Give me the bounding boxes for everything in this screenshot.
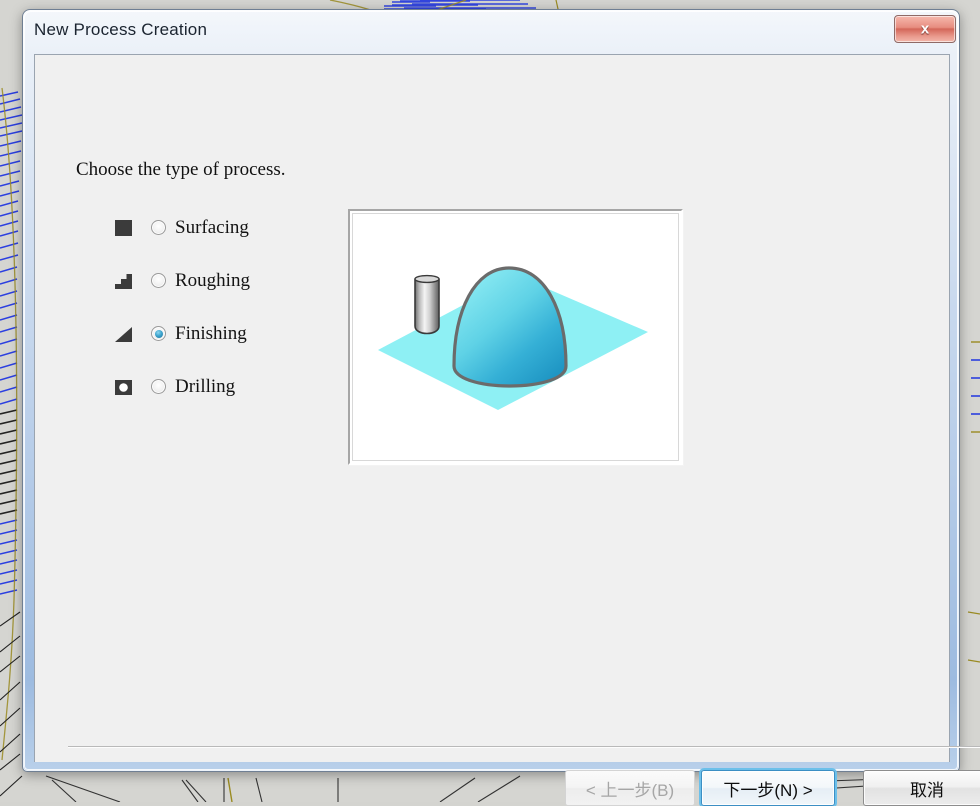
right-triangle-icon bbox=[113, 323, 135, 345]
option-row-surfacing[interactable]: Surfacing bbox=[113, 201, 333, 254]
back-button[interactable]: < 上一步(B) bbox=[565, 770, 695, 806]
stair-step-icon bbox=[113, 270, 135, 292]
cancel-button[interactable]: 取消 bbox=[863, 770, 980, 806]
square-hole-icon bbox=[113, 376, 135, 398]
option-label-finishing: Finishing bbox=[175, 322, 247, 344]
process-type-radio-group: Surfacing Roughing Finishing Drilling bbox=[113, 201, 333, 413]
option-row-finishing[interactable]: Finishing bbox=[113, 307, 333, 360]
process-preview-canvas bbox=[352, 213, 679, 461]
instruction-label: Choose the type of process. bbox=[76, 159, 286, 180]
footer-separator bbox=[68, 746, 980, 748]
next-button[interactable]: 下一步(N) > bbox=[701, 770, 835, 806]
option-label-drilling: Drilling bbox=[175, 375, 236, 397]
process-preview-illustration bbox=[353, 214, 678, 460]
solid-square-icon bbox=[113, 217, 135, 239]
option-row-drilling[interactable]: Drilling bbox=[113, 360, 333, 413]
close-x-icon: x bbox=[920, 20, 930, 38]
cutting-tool-top-face bbox=[414, 274, 440, 284]
dialog-titlebar[interactable]: New Process Creation x bbox=[23, 10, 961, 54]
cutting-tool-shape bbox=[414, 278, 440, 335]
option-row-roughing[interactable]: Roughing bbox=[113, 254, 333, 307]
dialog-client-area: Choose the type of process. Surfacing Ro… bbox=[34, 54, 980, 806]
new-process-dialog: New Process Creation x Choose the type o… bbox=[22, 9, 980, 806]
option-label-roughing: Roughing bbox=[175, 269, 250, 291]
close-button[interactable]: x bbox=[894, 15, 956, 43]
dialog-title: New Process Creation bbox=[34, 20, 208, 39]
radio-drilling[interactable] bbox=[151, 379, 166, 394]
dialog-button-bar: < 上一步(B) 下一步(N) > 取消 bbox=[565, 770, 980, 806]
process-preview-panel bbox=[348, 209, 683, 465]
radio-surfacing[interactable] bbox=[151, 220, 166, 235]
radio-roughing[interactable] bbox=[151, 273, 166, 288]
radio-finishing[interactable] bbox=[151, 326, 166, 341]
option-label-surfacing: Surfacing bbox=[175, 216, 249, 238]
